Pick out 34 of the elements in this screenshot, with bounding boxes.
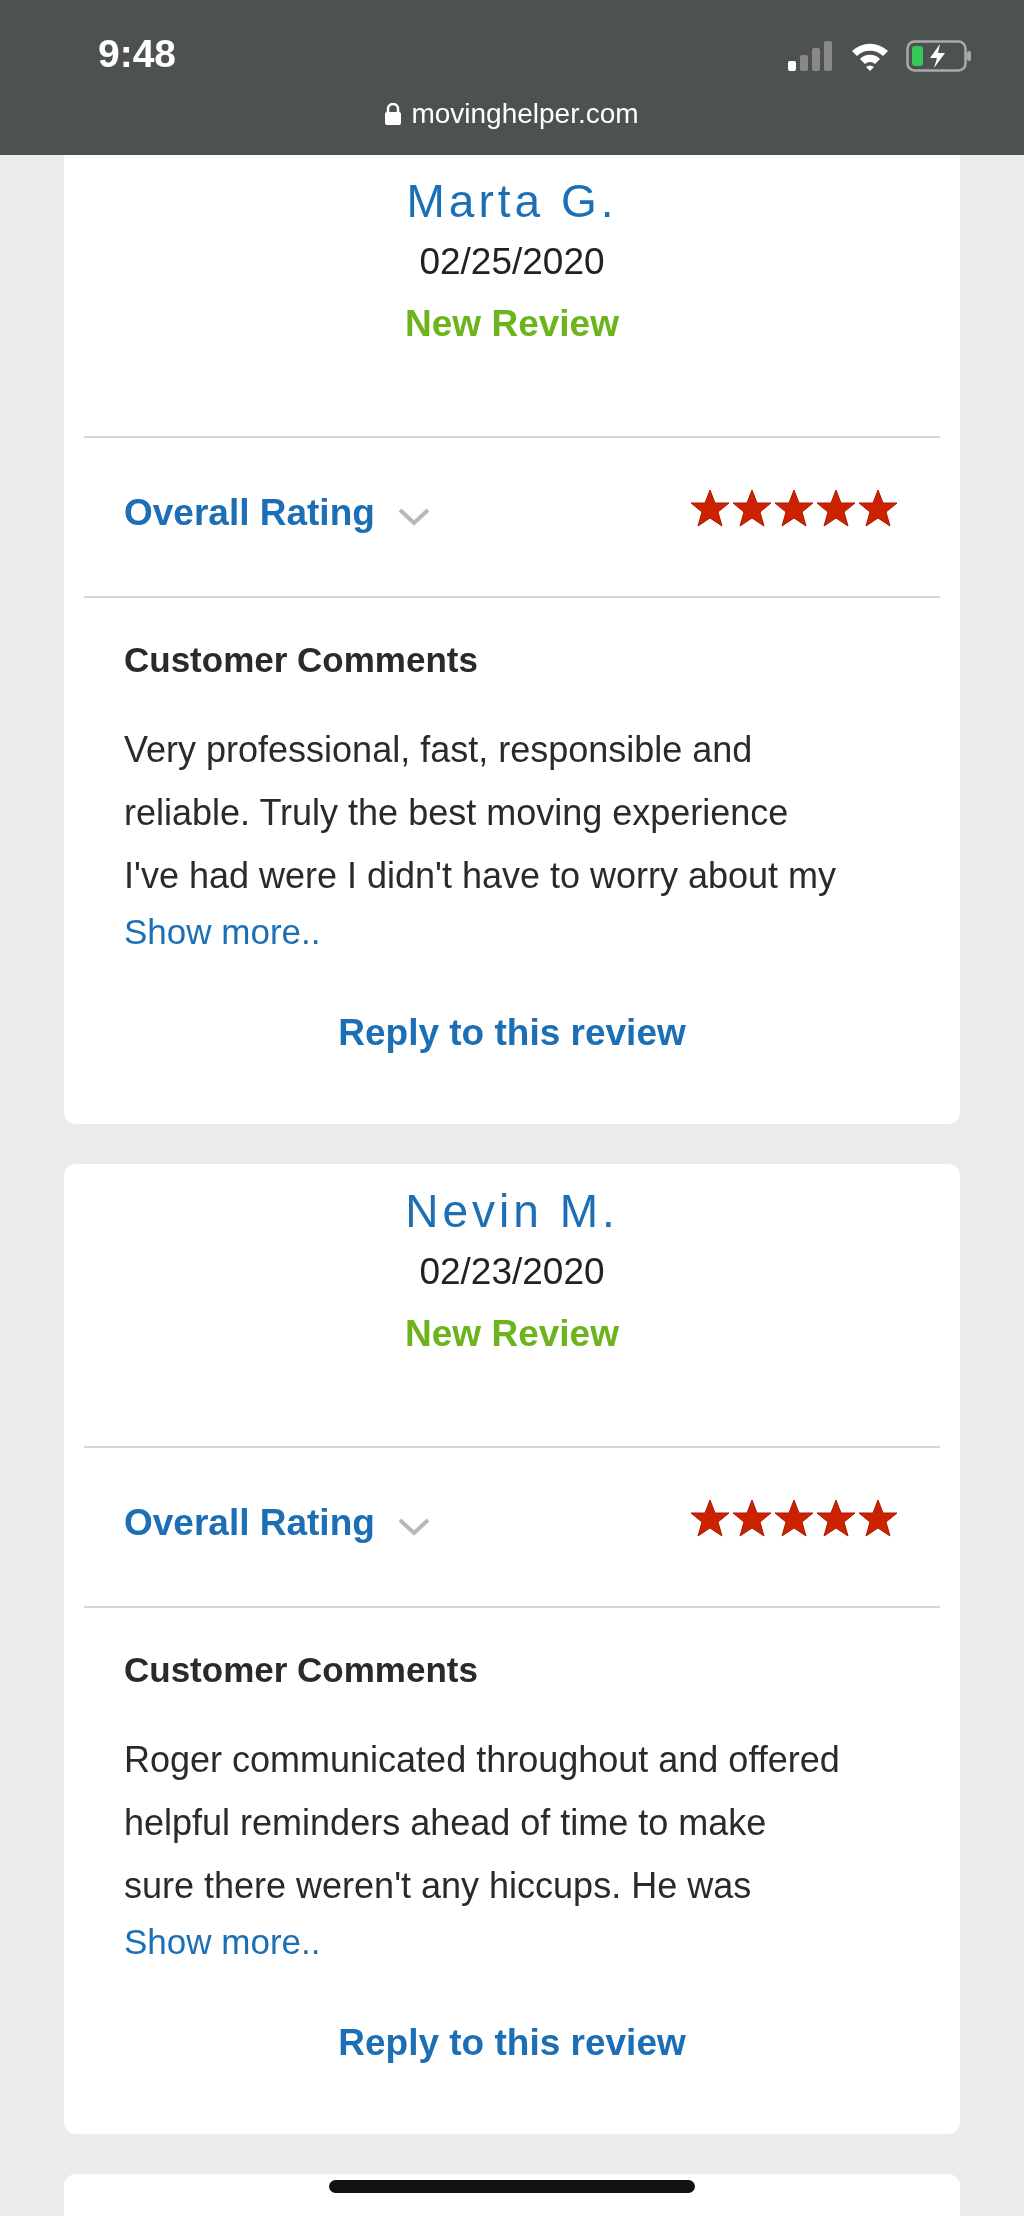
lock-icon xyxy=(385,103,402,125)
star-icon xyxy=(732,1499,772,1537)
show-more-link[interactable]: Show more.. xyxy=(124,907,321,957)
reply-link[interactable]: Reply to this review xyxy=(332,1011,692,1124)
star-icon xyxy=(816,1499,856,1537)
star-icon xyxy=(858,489,898,527)
star-icon xyxy=(690,1499,730,1537)
star-icon xyxy=(858,1499,898,1537)
review-status: New Review xyxy=(405,302,619,346)
comments-heading: Customer Comments xyxy=(124,639,479,681)
battery-charging-icon xyxy=(906,40,972,72)
comments-heading: Customer Comments xyxy=(124,1649,479,1691)
signal-icon xyxy=(788,41,834,71)
star-icon xyxy=(732,489,772,527)
url-text[interactable]: movinghelper.com xyxy=(411,98,639,130)
review-date: 02/25/2020 xyxy=(419,240,605,284)
comment-text: Very professional, fast, responsible and reliable. Truly the best moving experience I've had were I didn't have to worry about my xyxy=(124,728,838,898)
star-icon xyxy=(774,489,814,527)
review-status: New Review xyxy=(405,1312,619,1356)
reply-link[interactable]: Reply to this review xyxy=(332,2021,692,2134)
reviewer-name: Marta G. xyxy=(406,174,618,229)
wifi-icon xyxy=(850,41,890,71)
overall-rating-toggle[interactable]: Overall Rating xyxy=(124,492,375,534)
show-more-link[interactable]: Show more.. xyxy=(124,1917,321,1967)
star-icon xyxy=(690,489,730,527)
chevron-down-icon[interactable] xyxy=(396,507,431,527)
chevron-down-icon[interactable] xyxy=(396,1517,431,1537)
star-icon xyxy=(816,489,856,527)
review-date: 02/23/2020 xyxy=(419,1250,605,1294)
star-icon xyxy=(774,1499,814,1537)
reviewer-name: Nevin M. xyxy=(405,1184,619,1239)
overall-rating-toggle[interactable]: Overall Rating xyxy=(124,1502,375,1544)
comment-text: Roger communicated throughout and offered helpful reminders ahead of time to make sure there weren't any hiccups. He was xyxy=(124,1738,841,1908)
clock: 9:48 xyxy=(98,32,177,76)
